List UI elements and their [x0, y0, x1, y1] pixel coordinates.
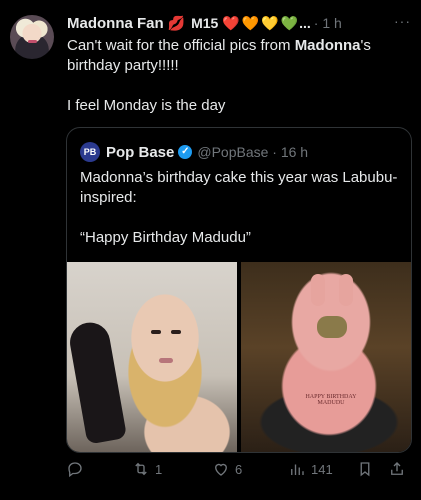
quote-header: PB Pop Base ✓ @PopBase · 16 h [80, 142, 308, 162]
author-tag: M15 [191, 15, 219, 31]
share-button[interactable] [388, 460, 406, 478]
retweet-button[interactable]: 1 [132, 460, 162, 478]
reply-button[interactable] [66, 460, 84, 478]
views-count: 141 [311, 461, 333, 477]
bookmark-icon [360, 462, 370, 477]
reply-icon [68, 462, 82, 478]
heart-emojis: ❤️ 🧡 💛 💚 [222, 15, 298, 32]
heart-icon [215, 463, 227, 476]
quote-author-name[interactable]: Pop Base [106, 144, 174, 161]
mouth [159, 358, 173, 363]
retweet-count: 1 [155, 461, 163, 477]
tweet-header: Madonna Fan 💋 M15 ❤️ 🧡 💛 💚 ... · 1 h [67, 12, 411, 34]
heart-red: ❤️ [222, 14, 240, 31]
tweet-text-part: Can't wait for the official pics from [67, 37, 295, 54]
glove-shape [67, 319, 128, 445]
retweet-icon [135, 462, 147, 476]
tweet-text-line2: I feel Monday is the day [67, 97, 226, 114]
tweet-text-bold: Madonna [294, 37, 361, 54]
madonna-photo[interactable] [67, 262, 237, 452]
heart-orange: 🧡 [241, 14, 260, 31]
cake-ear-right [339, 274, 353, 306]
tweet-actions: 1 6 141 [66, 458, 409, 480]
author-name[interactable]: Madonna Fan [67, 15, 164, 32]
quote-text-line1: Madonna’s birthday cake this year was La… [80, 169, 398, 206]
popbase-avatar[interactable]: PB [80, 142, 100, 162]
verified-icon: ✓ [178, 145, 193, 159]
quote-text-line2: “Happy Birthday Madudu” [80, 229, 251, 246]
heart-green: 💚 [280, 14, 299, 31]
like-count: 6 [235, 461, 243, 477]
quoted-tweet[interactable]: PB Pop Base ✓ @PopBase · 16 h Madonna’s … [66, 127, 412, 453]
name-ellipsis: ... [299, 15, 311, 31]
more-options-icon[interactable]: ··· [394, 13, 411, 29]
share-icon [391, 462, 403, 475]
like-button[interactable]: 6 [212, 460, 242, 478]
cake-ear-left [311, 274, 325, 306]
avatar-lips [28, 40, 37, 43]
cake-face [317, 316, 347, 338]
cake-label: HAPPY BIRTHDAY MADUDU [305, 394, 357, 406]
eye-left [151, 330, 161, 334]
heart-yellow: 💛 [261, 14, 279, 31]
lips-emoji: 💋 [167, 15, 186, 31]
bookmark-button[interactable] [356, 460, 374, 478]
views-button[interactable]: 141 [288, 460, 333, 478]
quote-text: Madonna’s birthday cake this year was La… [80, 168, 399, 248]
quote-handle-time[interactable]: @PopBase · 16 h [197, 144, 308, 160]
views-icon [291, 464, 304, 475]
eye-right [171, 330, 181, 334]
tweet-time[interactable]: · 1 h [314, 15, 342, 31]
tweet-text: Can't wait for the official pics from Ma… [67, 36, 407, 116]
author-avatar[interactable] [10, 15, 54, 59]
cake-photo[interactable]: HAPPY BIRTHDAY MADUDU [241, 262, 411, 452]
